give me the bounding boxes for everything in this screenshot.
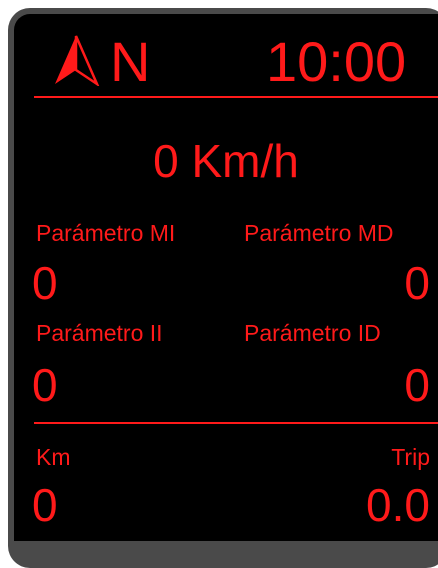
parameter-ii-value: 0 (32, 359, 58, 411)
parameter-id-value: 0 (404, 359, 430, 411)
device-frame: N 10:00 0 Km/h Parámetro MI Parámetro MD… (0, 0, 438, 568)
parameter-mi-label: Parámetro MI (36, 220, 176, 246)
odometer-km-label: Km (36, 444, 71, 470)
display-screen: N 10:00 0 Km/h Parámetro MI Parámetro MD… (14, 14, 438, 541)
trip-value: 0.0 (366, 479, 430, 531)
heading-direction: N (110, 30, 151, 93)
parameter-md-value: 0 (404, 257, 430, 309)
clock-time: 10:00 (266, 30, 407, 93)
parameter-mi-value: 0 (32, 257, 58, 309)
top-divider (34, 96, 438, 98)
speed-readout: 0 Km/h (153, 135, 299, 187)
odometer-km-value: 0 (32, 479, 58, 531)
parameter-md-label: Parámetro MD (244, 220, 394, 246)
trip-label: Trip (391, 444, 430, 470)
bottom-divider (34, 422, 438, 424)
compass-arrow-icon (55, 35, 100, 86)
parameter-ii-label: Parámetro II (36, 320, 163, 346)
parameter-id-label: Parámetro ID (244, 320, 381, 346)
